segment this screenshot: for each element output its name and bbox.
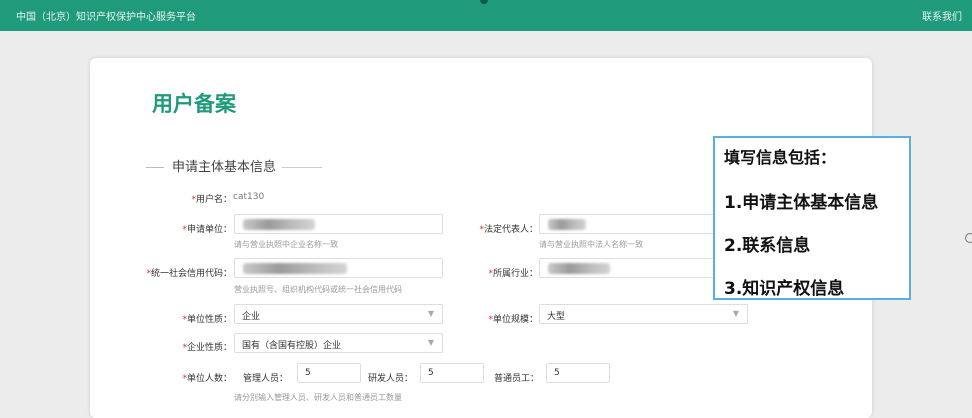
top-bar: 中国（北京）知识产权保护中心服务平台 联系我们 xyxy=(0,0,972,31)
legal-rep-hint: 请与营业执照中法人名称一致 xyxy=(539,240,643,249)
industry-select[interactable] xyxy=(539,258,715,278)
username-value: cat130 xyxy=(233,192,265,202)
enterprise-nature-value: 国有（含国有控股）企业 xyxy=(242,341,342,351)
unit-scale-select[interactable]: 大型 ▼ xyxy=(539,304,748,324)
redacted-value xyxy=(548,219,586,230)
company-label: *申请单位： xyxy=(120,222,232,235)
industry-label-text: 所属行业： xyxy=(492,269,538,279)
redacted-value xyxy=(243,263,347,274)
staff-label: 普通员工： xyxy=(494,374,540,384)
credit-code-input[interactable] xyxy=(234,258,443,278)
unit-scale-label: *单位规模： xyxy=(430,312,538,325)
company-input[interactable] xyxy=(234,214,443,234)
enterprise-nature-label: *企业性质： xyxy=(120,340,232,353)
headcount-label-text: 单位人数： xyxy=(186,374,232,384)
legal-rep-input[interactable] xyxy=(539,214,715,234)
callout-item: 1.申请主体基本信息 xyxy=(724,193,879,213)
section-divider xyxy=(282,167,323,168)
enterprise-nature-label-text: 企业性质： xyxy=(186,343,232,353)
top-dot-icon xyxy=(480,0,488,4)
legal-rep-label: *法定代表人： xyxy=(430,222,538,235)
credit-code-label: *统一社会信用代码： xyxy=(120,266,232,279)
managers-label: 管理人员： xyxy=(243,374,289,384)
redacted-value xyxy=(243,219,315,230)
username-label-text: 用户名： xyxy=(195,195,232,205)
credit-code-hint: 营业执照号、组织机构代码或统一社会信用代码 xyxy=(234,285,402,294)
staff-input[interactable]: 5 xyxy=(546,363,610,383)
callout-item: 2.联系信息 xyxy=(724,236,811,256)
chevron-down-icon: ▼ xyxy=(732,309,739,318)
unit-scale-value: 大型 xyxy=(547,312,566,322)
company-label-text: 申请单位： xyxy=(186,225,232,235)
credit-code-label-text: 统一社会信用代码： xyxy=(150,269,232,279)
redacted-value xyxy=(548,263,610,274)
rd-input[interactable]: 5 xyxy=(420,363,484,383)
unit-nature-label-text: 单位性质： xyxy=(186,315,232,325)
enterprise-nature-select[interactable]: 国有（含国有控股）企业 ▼ xyxy=(234,333,443,353)
industry-label: *所属行业： xyxy=(430,266,538,279)
headcount-hint: 请分别输入管理人员、研发人员和普通员工数量 xyxy=(234,393,402,402)
unit-scale-label-text: 单位规模： xyxy=(492,315,538,325)
unit-nature-label: *单位性质： xyxy=(120,312,232,325)
site-title[interactable]: 中国（北京）知识产权保护中心服务平台 xyxy=(16,8,196,23)
chevron-down-icon: ▼ xyxy=(427,338,434,347)
contact-link[interactable]: 联系我们 xyxy=(922,8,962,23)
unit-nature-select[interactable]: 企业 ▼ xyxy=(234,304,443,324)
section-divider xyxy=(146,167,164,168)
headcount-label: *单位人数： xyxy=(120,371,232,384)
username-label: *用户名： xyxy=(120,192,232,205)
info-callout: 填写信息包括： 1.申请主体基本信息 2.联系信息 3.知识产权信息 xyxy=(713,136,911,300)
section-header: 申请主体基本信息 xyxy=(146,156,323,175)
scroll-indicator-icon xyxy=(965,233,972,243)
managers-input[interactable]: 5 xyxy=(297,363,361,383)
legal-rep-label-text: 法定代表人： xyxy=(483,225,538,235)
callout-heading: 填写信息包括： xyxy=(724,148,837,167)
callout-item: 3.知识产权信息 xyxy=(724,279,845,299)
unit-nature-value: 企业 xyxy=(242,312,261,322)
company-hint: 请与营业执照中企业名称一致 xyxy=(234,240,338,249)
page-title: 用户备案 xyxy=(152,92,236,116)
rd-label: 研发人员： xyxy=(368,374,414,384)
section-title: 申请主体基本信息 xyxy=(172,160,277,175)
